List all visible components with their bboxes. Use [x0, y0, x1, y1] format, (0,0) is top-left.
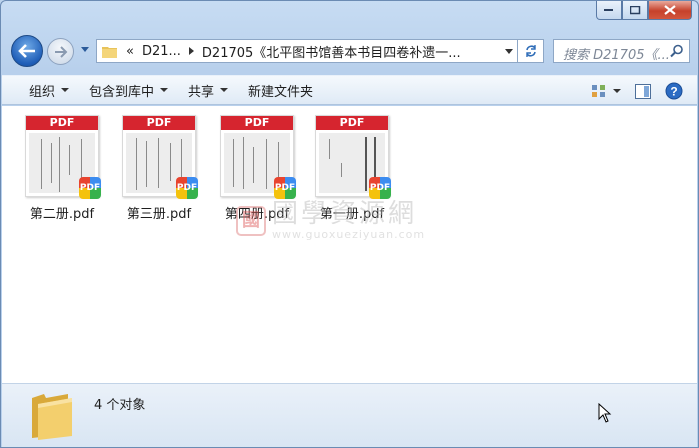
- pdf-thumbnail: PDF PDF: [122, 115, 198, 199]
- preview-pane-icon: [635, 83, 651, 99]
- mouse-cursor-icon: [598, 403, 612, 423]
- pdf-thumbnail: PDF PDF: [220, 115, 296, 199]
- breadcrumb-parent[interactable]: D21...: [142, 44, 181, 59]
- chevron-down-icon: [61, 88, 70, 92]
- search-input[interactable]: 搜索 D21705《...: [563, 44, 669, 63]
- pdf-app-icon: PDF: [176, 177, 198, 199]
- navigation-bar: « D21... D21705《北平图书馆善本书目四卷补遗一... 搜索 D21…: [1, 31, 698, 71]
- file-name[interactable]: 第三册.pdf: [116, 203, 202, 222]
- file-item[interactable]: PDF PDF 第三册.pdf: [116, 115, 202, 222]
- pdf-app-icon: PDF: [369, 177, 391, 199]
- organize-menu[interactable]: 组织: [17, 75, 79, 105]
- watermark-url: www.guoxueziyuan.com: [272, 228, 426, 241]
- arrow-left-icon: [18, 44, 35, 58]
- change-view-button[interactable]: [591, 84, 621, 98]
- watermark-title: 國學資源網: [272, 199, 418, 229]
- share-label: 共享: [188, 84, 215, 100]
- pdf-thumbnail: PDF PDF: [315, 115, 391, 199]
- watermark: 國 國學資源網 www.guoxueziyuan.com: [236, 200, 425, 241]
- minimize-icon: [604, 9, 613, 11]
- include-in-library-menu[interactable]: 包含到库中: [79, 75, 178, 105]
- caption-buttons: [596, 1, 692, 21]
- close-button[interactable]: [648, 1, 692, 20]
- minimize-button[interactable]: [596, 1, 622, 20]
- address-bar[interactable]: « D21... D21705《北平图书馆善本书目四卷补遗一...: [96, 39, 518, 63]
- folder-icon: [32, 394, 72, 440]
- help-icon: ?: [665, 82, 683, 100]
- address-dropdown-icon[interactable]: [505, 49, 513, 54]
- close-icon: [664, 5, 676, 15]
- thumbnail-banner: PDF: [316, 116, 388, 130]
- explorer-window: « D21... D21705《北平图书馆善本书目四卷补遗一... 搜索 D21…: [0, 0, 699, 448]
- file-name[interactable]: 第二册.pdf: [19, 203, 105, 222]
- new-folder-label: 新建文件夹: [248, 84, 314, 100]
- view-grid-icon: [592, 85, 605, 97]
- pdf-thumbnail: PDF PDF: [25, 115, 101, 199]
- search-icon[interactable]: [670, 44, 684, 58]
- folder-icon: [102, 46, 117, 58]
- file-item[interactable]: PDF PDF 第二册.pdf: [19, 115, 105, 222]
- chevron-down-icon: [160, 88, 169, 92]
- include-library-label: 包含到库中: [89, 84, 155, 100]
- preview-pane-button[interactable]: [635, 83, 651, 99]
- refresh-button[interactable]: [518, 39, 544, 63]
- watermark-text: 國學資源網 www.guoxueziyuan.com: [272, 200, 425, 241]
- arrow-right-icon: [54, 45, 67, 58]
- file-list-view[interactable]: PDF PDF 第二册.pdf PDF PDF 第三册.pdf PDF PDF …: [2, 106, 697, 383]
- pdf-app-icon: PDF: [79, 177, 101, 199]
- thumbnail-banner: PDF: [123, 116, 195, 130]
- new-folder-button[interactable]: 新建文件夹: [238, 75, 323, 105]
- breadcrumb-current[interactable]: D21705《北平图书馆善本书目四卷补遗一...: [202, 42, 461, 61]
- watermark-seal: 國: [236, 205, 266, 236]
- item-count: 4 个对象: [94, 398, 146, 413]
- breadcrumb-overflow[interactable]: «: [126, 44, 134, 59]
- svg-text:?: ?: [670, 85, 677, 99]
- command-toolbar: 组织 包含到库中 共享 新建文件夹 ?: [2, 75, 697, 105]
- chevron-down-icon: [220, 88, 229, 92]
- maximize-button[interactable]: [622, 1, 648, 20]
- help-button[interactable]: ?: [665, 82, 683, 100]
- recent-pages-dropdown-icon[interactable]: [81, 47, 89, 53]
- details-pane: 4 个对象: [2, 383, 697, 447]
- thumbnail-banner: PDF: [221, 116, 293, 130]
- back-button[interactable]: [11, 35, 43, 67]
- chevron-down-icon: [613, 89, 621, 93]
- maximize-icon: [629, 5, 640, 14]
- search-box[interactable]: 搜索 D21705《...: [553, 39, 690, 63]
- thumbnail-banner: PDF: [26, 116, 98, 130]
- pdf-app-icon: PDF: [274, 177, 296, 199]
- refresh-icon: [525, 45, 536, 57]
- forward-button[interactable]: [47, 38, 74, 65]
- toolbar-right-group: ?: [591, 76, 697, 106]
- breadcrumb-separator-icon[interactable]: [188, 47, 194, 55]
- share-menu[interactable]: 共享: [178, 75, 238, 105]
- organize-label: 组织: [29, 84, 56, 100]
